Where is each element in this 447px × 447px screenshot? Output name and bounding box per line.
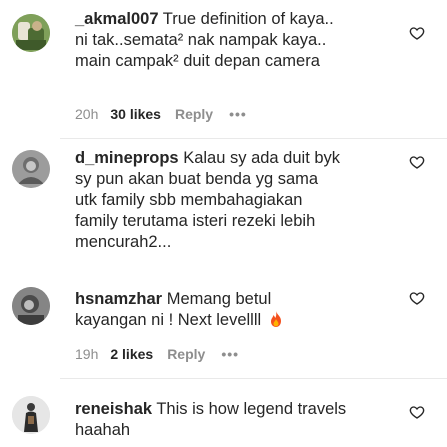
comment-text: _akmal007 True definition of kaya.. ni t… — [75, 9, 395, 72]
avatar-akmal007[interactable] — [12, 14, 50, 52]
comment-username[interactable]: hsnamzhar — [75, 290, 162, 308]
comment-username[interactable]: _akmal007 — [75, 10, 159, 28]
likes-count[interactable]: 2 likes — [110, 346, 153, 362]
likes-count[interactable]: 30 likes — [110, 106, 161, 122]
comment-username[interactable]: reneishak — [75, 400, 152, 418]
comment-username[interactable]: d_mineprops — [75, 149, 179, 167]
more-options-icon[interactable]: ••• — [221, 346, 239, 362]
comment-text: d_mineprops Kalau sy ada duit byk sy pun… — [75, 148, 395, 253]
reply-button[interactable]: Reply — [175, 106, 213, 122]
reply-button[interactable]: Reply — [167, 346, 205, 362]
more-options-icon[interactable]: ••• — [229, 106, 247, 122]
comment-meta: 20h 30 likes Reply ••• — [75, 104, 247, 124]
heart-outline-icon[interactable] — [409, 290, 425, 306]
comment-time: 20h — [75, 106, 99, 122]
avatar-hsnamzhar[interactable] — [12, 287, 50, 325]
heart-outline-icon[interactable] — [409, 404, 425, 420]
comment-meta: 19h 2 likes Reply ••• — [75, 344, 239, 364]
divider — [60, 138, 447, 139]
heart-outline-icon[interactable] — [409, 25, 425, 41]
comment-time: 19h — [75, 346, 99, 362]
avatar-reneishak[interactable] — [12, 396, 50, 434]
fire-emoji — [268, 310, 284, 334]
comment-text: reneishak This is how legend travels haa… — [75, 399, 395, 441]
heart-outline-icon[interactable] — [409, 154, 425, 170]
comment-text: hsnamzhar Memang betul kayangan ni ! Nex… — [75, 289, 395, 334]
divider — [60, 378, 447, 379]
avatar-d-mineprops[interactable] — [12, 150, 50, 188]
